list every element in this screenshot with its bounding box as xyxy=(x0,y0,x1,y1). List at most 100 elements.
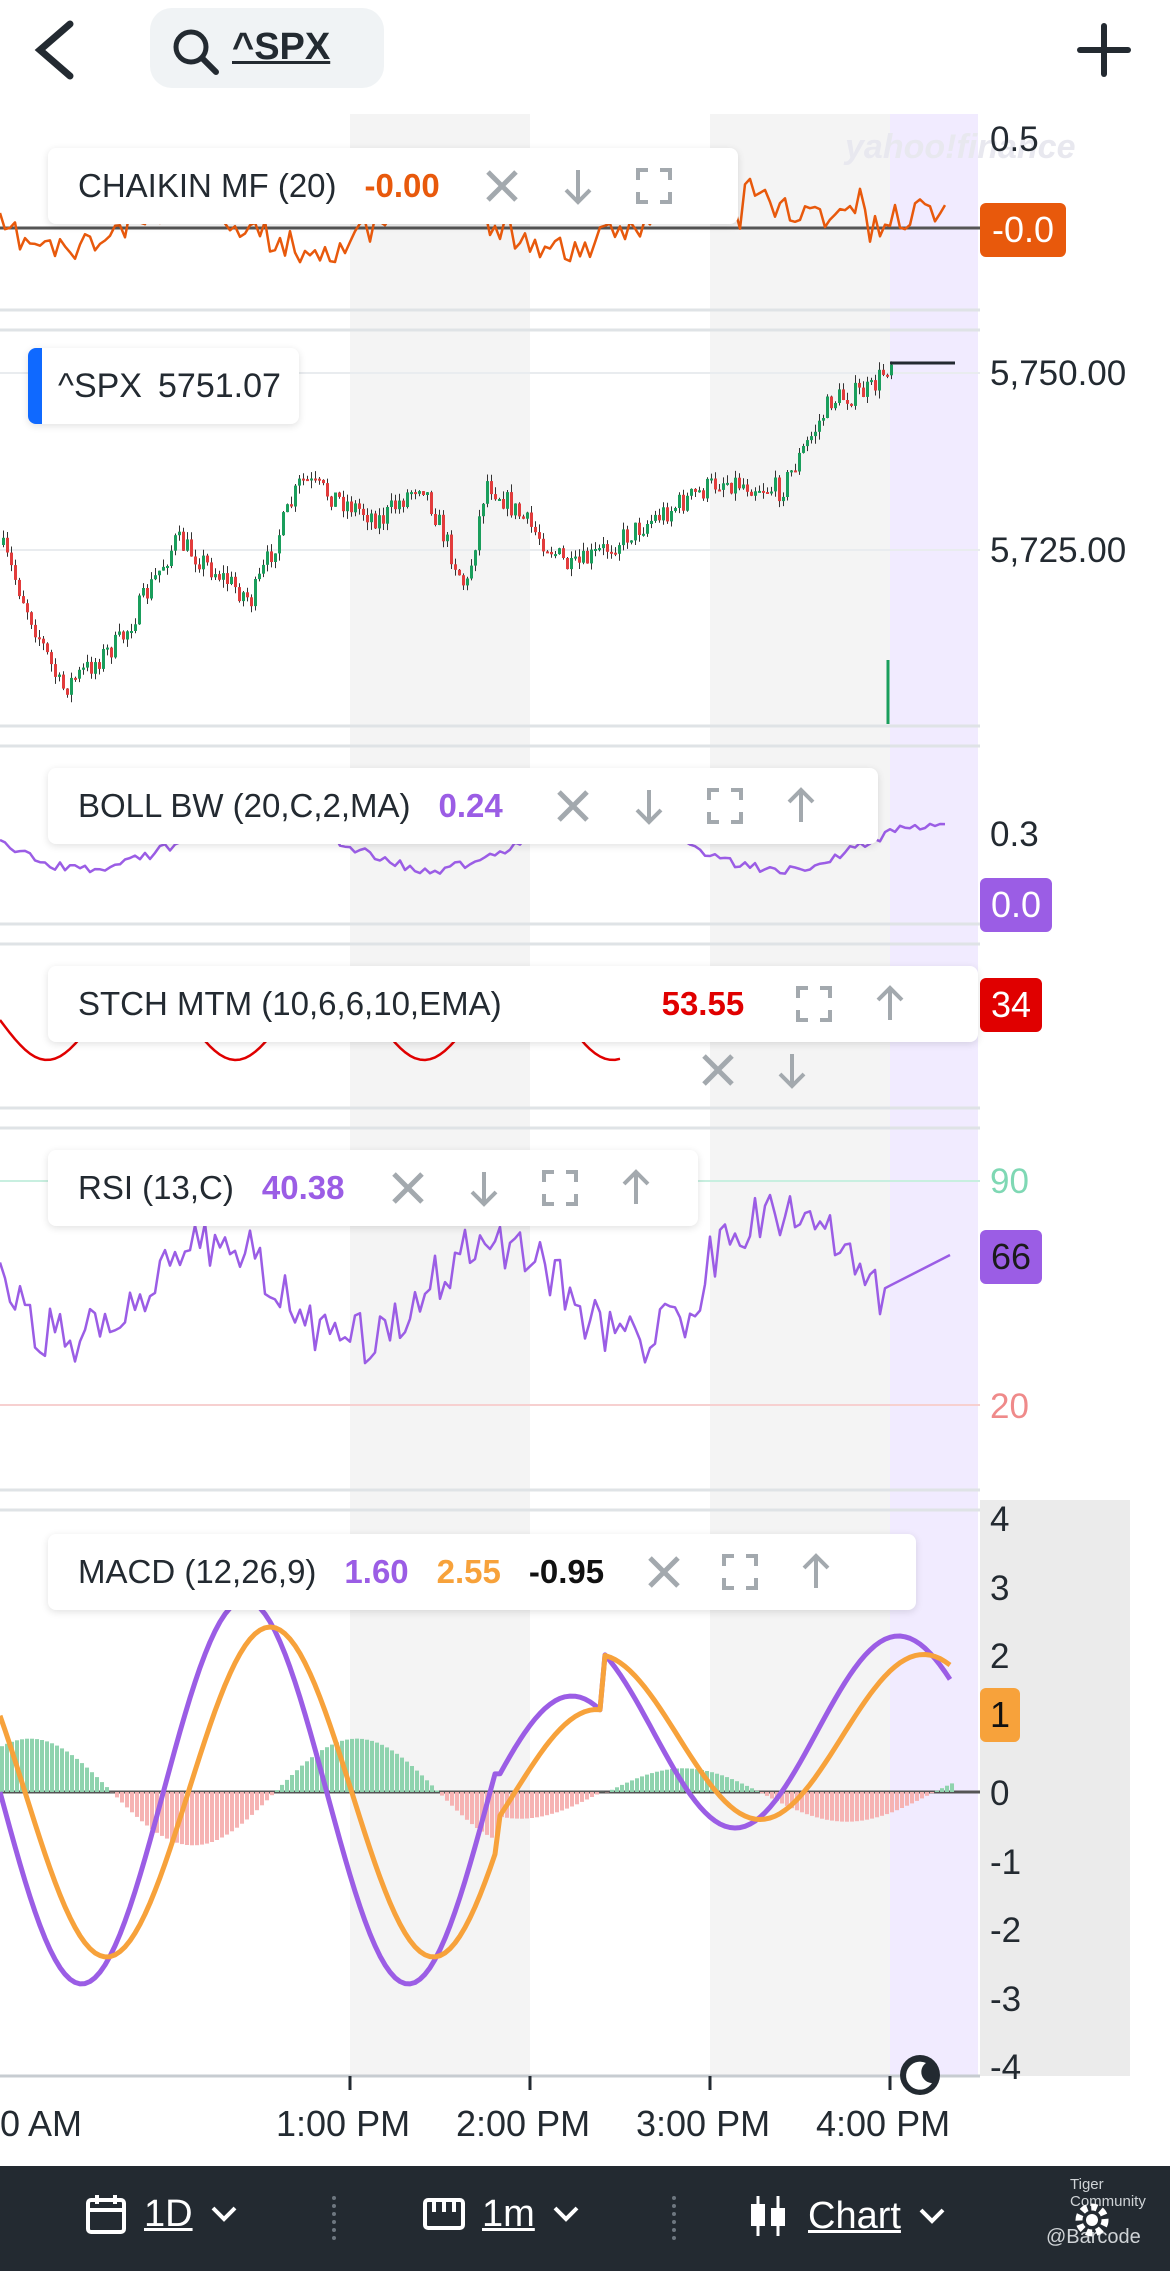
macd-hist-bar xyxy=(120,1792,124,1803)
expand-icon[interactable] xyxy=(540,1168,580,1208)
candle-body xyxy=(426,492,429,495)
candle-body xyxy=(202,555,205,570)
close-icon[interactable] xyxy=(553,786,593,826)
candle-body xyxy=(654,514,657,521)
candle-body xyxy=(794,470,797,473)
candle-body xyxy=(394,500,397,510)
arrow-up-icon[interactable] xyxy=(616,1168,656,1208)
indicator-tag-macd[interactable]: MACD (12,26,9) 1.60 2.55 -0.95 xyxy=(48,1534,916,1610)
candle-body xyxy=(362,508,365,515)
arrow-down-icon[interactable] xyxy=(464,1168,504,1208)
interval-selector[interactable]: 1m xyxy=(422,2192,581,2236)
macd-hist-bar xyxy=(365,1739,369,1792)
arrow-down-icon[interactable] xyxy=(558,166,598,206)
candle-body xyxy=(810,436,813,441)
candle-body xyxy=(70,677,73,695)
arrow-up-icon[interactable] xyxy=(796,1552,836,1592)
close-icon[interactable] xyxy=(482,166,522,206)
indicator-tag-rsi[interactable]: RSI (13,C) 40.38 xyxy=(48,1150,698,1226)
expand-icon[interactable] xyxy=(634,166,674,206)
macd-hist-bar xyxy=(215,1792,219,1840)
candle-body xyxy=(766,492,769,494)
macd-hist-bar xyxy=(290,1775,294,1792)
candle-body xyxy=(814,431,817,437)
close-icon[interactable] xyxy=(644,1552,684,1592)
arrow-down-icon[interactable] xyxy=(772,1050,812,1090)
expand-icon[interactable] xyxy=(705,786,745,826)
arrow-up-icon[interactable] xyxy=(870,984,910,1024)
candle-body xyxy=(366,515,369,523)
chart-type-selector[interactable]: Chart xyxy=(744,2192,947,2240)
arrow-down-icon[interactable] xyxy=(629,786,669,826)
macd-hist-bar xyxy=(370,1740,374,1792)
candle-body xyxy=(330,496,333,507)
macd-hist-bar xyxy=(135,1792,139,1817)
candle-body xyxy=(610,551,613,554)
macd-hist-bar xyxy=(145,1792,149,1826)
candle-body xyxy=(290,504,293,507)
candle-body xyxy=(154,575,157,580)
indicator-value: 40.38 xyxy=(261,1169,345,1206)
settings-button[interactable] xyxy=(1070,2198,1114,2247)
macd-hist-bar xyxy=(300,1765,304,1792)
macd-badge: 1 xyxy=(980,1688,1020,1742)
macd-hist-bar xyxy=(105,1787,109,1792)
macd-hist-bar xyxy=(595,1792,599,1795)
macd-hist-bar xyxy=(285,1779,289,1792)
indicator-tag-boll[interactable]: BOLL BW (20,C,2,MA) 0.24 xyxy=(48,768,878,844)
candle-body xyxy=(46,643,49,653)
candle-body xyxy=(370,513,373,523)
candle-body xyxy=(886,374,889,377)
candle-body xyxy=(466,578,469,586)
candle-body xyxy=(138,595,141,625)
candle-body xyxy=(38,637,41,640)
expand-icon[interactable] xyxy=(794,984,834,1024)
candle-body xyxy=(746,484,749,492)
macd-hist-bar xyxy=(785,1792,789,1806)
candle-body xyxy=(142,588,145,596)
candle-body xyxy=(618,545,621,554)
candle-body xyxy=(602,544,605,549)
candle-body xyxy=(726,482,729,485)
close-icon[interactable] xyxy=(388,1168,428,1208)
bottom-toolbar: 1D 1m Chart Tiger Community @Barcode xyxy=(0,2166,1170,2271)
candle-body xyxy=(414,492,417,495)
candle-body xyxy=(518,503,521,517)
candle-body xyxy=(122,631,125,640)
candle-body xyxy=(438,514,441,525)
macd-hist-bar xyxy=(225,1792,229,1835)
macd-hist-bar xyxy=(655,1771,659,1792)
candle-body xyxy=(442,514,445,542)
macd-hist-bar xyxy=(740,1783,744,1792)
macd-hist-bar xyxy=(465,1792,469,1820)
chart-type-label: Chart xyxy=(808,2194,901,2237)
indicator-tag-chaikin[interactable]: CHAIKIN MF (20) -0.00 xyxy=(48,148,738,224)
boll-badge: 0.0 xyxy=(980,878,1052,932)
indicator-tag-stch[interactable]: STCH MTM (10,6,6,10,EMA) 53.55 xyxy=(48,966,978,1042)
macd-hist-bar xyxy=(650,1773,654,1792)
arrow-up-icon[interactable] xyxy=(781,786,821,826)
moon-icon[interactable] xyxy=(900,2055,940,2095)
macd-hist-bar xyxy=(895,1792,899,1811)
candle-body xyxy=(418,491,421,494)
candle-body xyxy=(18,579,21,597)
macd-hist-bar xyxy=(900,1792,904,1808)
candle-body xyxy=(662,507,665,521)
expand-icon[interactable] xyxy=(720,1552,760,1592)
range-selector[interactable]: 1D xyxy=(84,2192,239,2236)
candle-body xyxy=(162,566,165,571)
close-icon[interactable] xyxy=(698,1050,738,1090)
candle-body xyxy=(150,579,153,599)
macd-hist-bar xyxy=(295,1770,299,1792)
macd-hist-bar xyxy=(435,1790,439,1792)
symbol-price-tag[interactable]: ^SPX 5751.07 xyxy=(28,348,299,424)
chart-area[interactable] xyxy=(0,0,1170,2166)
macd-hist-bar xyxy=(660,1770,664,1792)
macd-hist-bar xyxy=(230,1792,234,1832)
macd-hist-bar xyxy=(535,1792,539,1818)
candle-body xyxy=(430,492,433,514)
macd-hist-bar xyxy=(275,1790,279,1792)
candle-body xyxy=(822,418,825,421)
indicator-value: -0.00 xyxy=(364,167,440,204)
candle-body xyxy=(66,688,69,695)
